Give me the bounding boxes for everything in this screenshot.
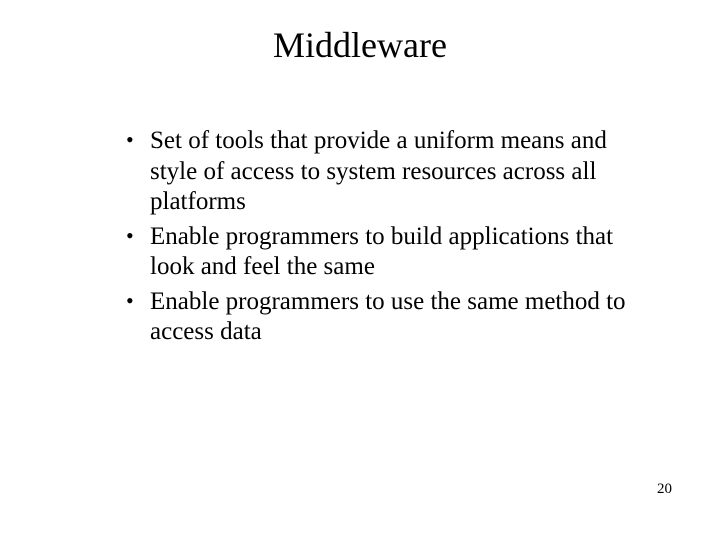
list-item: Set of tools that provide a uniform mean… <box>120 126 630 218</box>
bullet-text: Enable programmers to use the same metho… <box>150 288 626 346</box>
bullet-text: Set of tools that provide a uniform mean… <box>150 127 607 215</box>
slide: Middleware Set of tools that provide a u… <box>0 0 720 540</box>
slide-body: Set of tools that provide a uniform mean… <box>120 126 630 352</box>
bullet-text: Enable programmers to build applications… <box>150 223 613 281</box>
bullet-list: Set of tools that provide a uniform mean… <box>120 126 630 348</box>
list-item: Enable programmers to build applications… <box>120 222 630 283</box>
list-item: Enable programmers to use the same metho… <box>120 287 630 348</box>
page-number: 20 <box>657 481 672 498</box>
slide-title: Middleware <box>0 24 720 66</box>
